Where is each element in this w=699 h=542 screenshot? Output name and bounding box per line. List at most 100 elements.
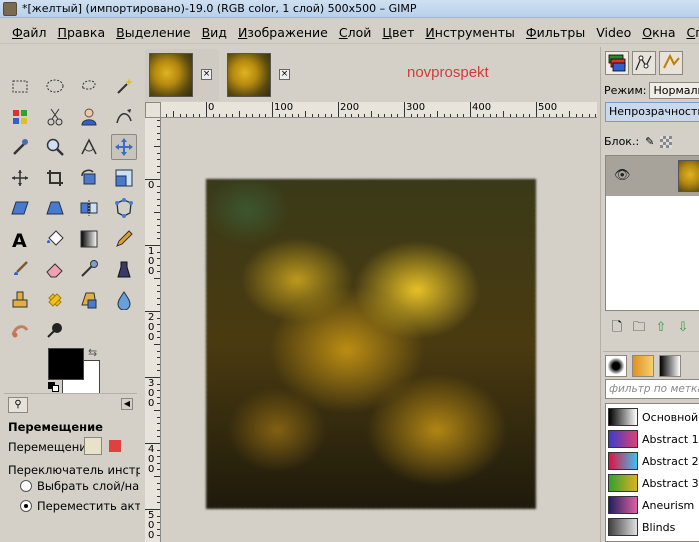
menu-7[interactable]: Инструменты xyxy=(425,25,514,40)
free-select-tool-icon[interactable] xyxy=(76,73,102,99)
quick-mask-corner-button[interactable] xyxy=(145,102,161,118)
scissors-select-tool-icon[interactable] xyxy=(42,104,68,130)
brushes-tab[interactable] xyxy=(605,355,627,377)
patterns-tab[interactable] xyxy=(632,355,654,377)
gradient-tag-filter[interactable]: фильтр по меткам xyxy=(605,379,699,399)
color-select-tool-icon[interactable] xyxy=(7,104,33,130)
measure-tool-icon[interactable] xyxy=(76,134,102,160)
menu-2[interactable]: Выделение xyxy=(116,25,190,40)
heal-tool-icon[interactable] xyxy=(42,287,68,313)
menu-11[interactable]: Справка xyxy=(686,25,699,40)
rect-select-tool-icon[interactable] xyxy=(7,73,33,99)
ruler-tick xyxy=(154,278,160,279)
menu-0[interactable]: Файл xyxy=(12,25,47,40)
gradient-row[interactable]: Abstract 1 xyxy=(606,428,699,450)
menu-4[interactable]: Изображение xyxy=(238,25,328,40)
ruler-tick xyxy=(470,102,471,117)
lower-layer-icon[interactable]: ⇩ xyxy=(675,320,691,336)
gradient-swatch xyxy=(608,430,638,448)
eye-visibility-icon[interactable]: 👁 xyxy=(614,168,631,183)
shear-tool-icon[interactable] xyxy=(7,195,33,221)
pencil-tool-icon[interactable] xyxy=(111,226,137,252)
bucket-fill-tool-icon[interactable] xyxy=(42,226,68,252)
menu-1[interactable]: Правка xyxy=(58,25,106,40)
ruler-tick xyxy=(154,476,160,477)
image-tab-1[interactable]: × xyxy=(145,49,219,101)
blend-tool-icon[interactable] xyxy=(76,226,102,252)
default-colors-icon[interactable] xyxy=(48,382,60,392)
opacity-slider[interactable]: Непрозрачность xyxy=(605,102,699,122)
move-active-layer-radio[interactable]: Переместить активн xyxy=(20,499,140,513)
ruler-label: 200 xyxy=(148,312,155,343)
ruler-tick xyxy=(212,114,214,117)
swap-colors-icon[interactable]: ⇆ xyxy=(88,346,97,359)
menu-5[interactable]: Слой xyxy=(339,25,372,40)
menu-10[interactable]: Окна xyxy=(642,25,675,40)
ruler-tick xyxy=(285,114,287,117)
gradient-row[interactable]: Основной в xyxy=(606,406,699,428)
gradient-row[interactable]: Blinds xyxy=(606,516,699,538)
raise-layer-icon[interactable]: ⇧ xyxy=(653,320,669,336)
close-tab-icon[interactable]: × xyxy=(279,69,290,80)
crop-tool-icon[interactable] xyxy=(42,165,68,191)
gradient-row[interactable]: Abstract 2 xyxy=(606,450,699,472)
new-layer-icon[interactable]: 🗋 xyxy=(609,320,625,336)
text-tool-icon[interactable]: A xyxy=(7,226,33,252)
lock-pixels-icon[interactable]: ✎ xyxy=(645,135,654,148)
ink-tool-icon[interactable] xyxy=(111,256,137,282)
move-selection-mode-button[interactable] xyxy=(106,437,124,455)
undo-history-tab[interactable] xyxy=(659,51,683,75)
color-picker-tool-icon[interactable] xyxy=(7,134,33,160)
channels-tab[interactable] xyxy=(632,51,656,75)
clone-tool-icon[interactable] xyxy=(7,287,33,313)
vertical-ruler[interactable]: 0 100 200 300 400 500 xyxy=(145,118,161,542)
dodge-burn-tool-icon[interactable] xyxy=(42,317,68,343)
gradient-row[interactable]: Aneurism xyxy=(606,494,699,516)
pick-layer-radio[interactable]: Выбрать слой/напра xyxy=(20,479,140,493)
perspective-tool-icon[interactable] xyxy=(42,195,68,221)
move-tool-icon[interactable] xyxy=(110,134,137,160)
new-layer-group-icon[interactable]: 🗀 xyxy=(631,320,647,336)
rotate-tool-icon[interactable] xyxy=(76,165,102,191)
move-layer-mode-button[interactable] xyxy=(84,437,102,455)
fuzzy-select-tool-icon[interactable] xyxy=(111,73,137,99)
foreground-select-tool-icon[interactable] xyxy=(76,104,102,130)
eraser-tool-icon[interactable] xyxy=(42,256,68,282)
menu-3[interactable]: Вид xyxy=(202,25,227,40)
gradient-row[interactable]: Abstract 3 xyxy=(606,472,699,494)
menu-8[interactable]: Фильтры xyxy=(526,25,585,40)
radio-button-selected[interactable] xyxy=(20,500,32,512)
menu-9[interactable]: Video xyxy=(596,25,631,40)
ruler-tick xyxy=(437,111,438,117)
ruler-tick xyxy=(509,114,511,117)
align-tool-icon[interactable] xyxy=(7,165,33,191)
radio-button[interactable] xyxy=(20,480,32,492)
scale-tool-icon[interactable] xyxy=(111,165,137,191)
smudge-tool-icon[interactable] xyxy=(111,287,137,313)
airbrush-tool-icon[interactable] xyxy=(76,256,102,282)
menu-6[interactable]: Цвет xyxy=(382,25,414,40)
lock-alpha-icon[interactable] xyxy=(660,135,673,148)
layer-row[interactable]: 👁 xyxy=(606,156,699,196)
tool-options-tab-icon[interactable]: ⚲ xyxy=(8,397,28,413)
ellipse-select-tool-icon[interactable] xyxy=(42,73,68,99)
cage-tool-icon[interactable] xyxy=(111,195,137,221)
image-canvas[interactable] xyxy=(206,179,536,509)
flip-tool-icon[interactable] xyxy=(76,195,102,221)
perspective-clone-tool-icon[interactable] xyxy=(76,287,102,313)
zoom-tool-icon[interactable] xyxy=(42,134,68,160)
ruler-tick xyxy=(157,225,160,227)
gradients-tab[interactable] xyxy=(659,355,681,377)
foreground-color-swatch[interactable] xyxy=(48,348,84,380)
menu-label: ильтры xyxy=(536,25,586,40)
blur-tool-icon[interactable] xyxy=(7,317,33,343)
layer-mode-dropdown[interactable]: Нормальный xyxy=(649,81,699,99)
paintbrush-tool-icon[interactable] xyxy=(7,256,33,282)
paths-tool-icon[interactable] xyxy=(111,104,137,130)
menu-label: кна xyxy=(652,25,676,40)
layers-tab[interactable] xyxy=(605,51,629,75)
image-tab-2[interactable]: × xyxy=(223,49,297,101)
horizontal-ruler[interactable]: 0 100 200 300 400 500 xyxy=(161,102,597,118)
tab-menu-arrow-icon[interactable]: ◀ xyxy=(121,398,133,410)
close-tab-icon[interactable]: × xyxy=(201,69,212,80)
